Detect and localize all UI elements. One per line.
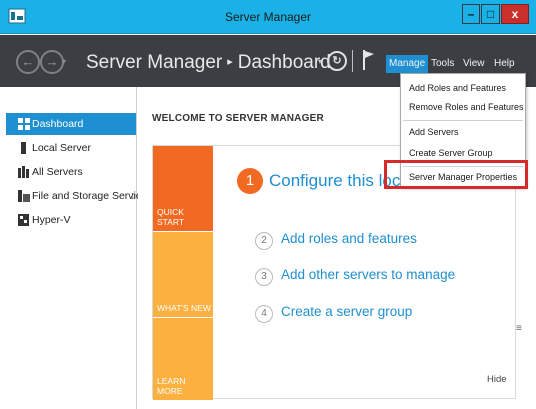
menu-item-add-servers[interactable]: Add Servers <box>409 127 459 137</box>
storage-icon <box>18 190 30 202</box>
minimize-button[interactable]: – <box>462 4 480 24</box>
quick-start-label: QUICK START <box>157 207 185 227</box>
menu-item-remove-roles[interactable]: Remove Roles and Features <box>409 102 524 112</box>
breadcrumb-current: Dashboard <box>237 52 331 73</box>
sidebar-item-label: Dashboard <box>32 118 84 130</box>
menu-item-add-roles[interactable]: Add Roles and Features <box>409 83 506 93</box>
manage-menu[interactable]: Manage <box>386 55 429 73</box>
title-bar: Server Manager – □ x <box>0 0 536 34</box>
menu-item-create-server-group[interactable]: Create Server Group <box>409 148 493 158</box>
window-title: Server Manager <box>224 10 312 24</box>
close-button[interactable]: x <box>501 4 529 24</box>
breadcrumb-root[interactable]: Server Manager <box>86 52 222 73</box>
scrollbar-grip-icon[interactable]: ≡ <box>516 323 522 334</box>
history-dropdown-icon[interactable]: ▾ <box>62 57 66 66</box>
highlight-box <box>384 160 528 189</box>
sidebar-item-dashboard[interactable]: Dashboard <box>6 113 136 135</box>
step-1-badge: 1 <box>237 168 263 194</box>
add-roles-link[interactable]: Add roles and features <box>281 231 417 246</box>
hyperv-icon <box>18 214 29 226</box>
sidebar: Dashboard Local Server All Servers File … <box>0 87 152 409</box>
sidebar-item-label: Local Server <box>32 142 91 154</box>
forward-button[interactable]: → <box>40 50 64 74</box>
sidebar-item-hyper-v[interactable]: Hyper-V <box>6 209 136 231</box>
breadcrumb: Server Manager ▸ Dashboard <box>86 52 331 74</box>
hide-link[interactable]: Hide <box>487 374 507 385</box>
refresh-dropdown-icon[interactable]: ▾ <box>318 57 322 66</box>
tools-menu[interactable]: Tools <box>428 55 457 73</box>
step-2-badge: 2 <box>255 232 273 250</box>
learn-more-tile[interactable]: LEARN MORE <box>153 318 213 400</box>
sidebar-item-local-server[interactable]: Local Server <box>6 137 136 159</box>
create-server-group-link[interactable]: Create a server group <box>281 304 412 319</box>
toolbar-divider <box>352 50 353 72</box>
menu-separator <box>403 120 523 121</box>
quick-start-tile[interactable]: QUICK START <box>153 146 213 231</box>
whats-new-label: WHAT'S NEW <box>157 303 211 313</box>
sidebar-item-label: All Servers <box>32 166 83 178</box>
step-4-badge: 4 <box>255 305 273 323</box>
view-menu[interactable]: View <box>460 55 488 73</box>
breadcrumb-separator-icon: ▸ <box>227 56 233 68</box>
sidebar-item-label: Hyper-V <box>32 214 71 226</box>
back-button[interactable]: ← <box>16 50 40 74</box>
step-3-badge: 3 <box>255 268 273 286</box>
dashboard-icon <box>18 118 30 130</box>
sidebar-item-file-storage[interactable]: File and Storage Services ▷ <box>6 185 152 207</box>
add-servers-link[interactable]: Add other servers to manage <box>281 267 455 282</box>
help-menu[interactable]: Help <box>491 55 518 73</box>
learn-more-label: LEARN MORE <box>157 376 186 396</box>
maximize-button[interactable]: □ <box>481 4 500 24</box>
page-title: WELCOME TO SERVER MANAGER <box>152 113 324 124</box>
notifications-flag-icon[interactable] <box>362 49 376 71</box>
server-icon <box>21 142 26 154</box>
refresh-icon[interactable]: ↻ <box>327 51 347 71</box>
sidebar-item-all-servers[interactable]: All Servers <box>6 161 136 183</box>
whats-new-tile[interactable]: WHAT'S NEW <box>153 232 213 317</box>
servers-icon <box>18 166 29 178</box>
